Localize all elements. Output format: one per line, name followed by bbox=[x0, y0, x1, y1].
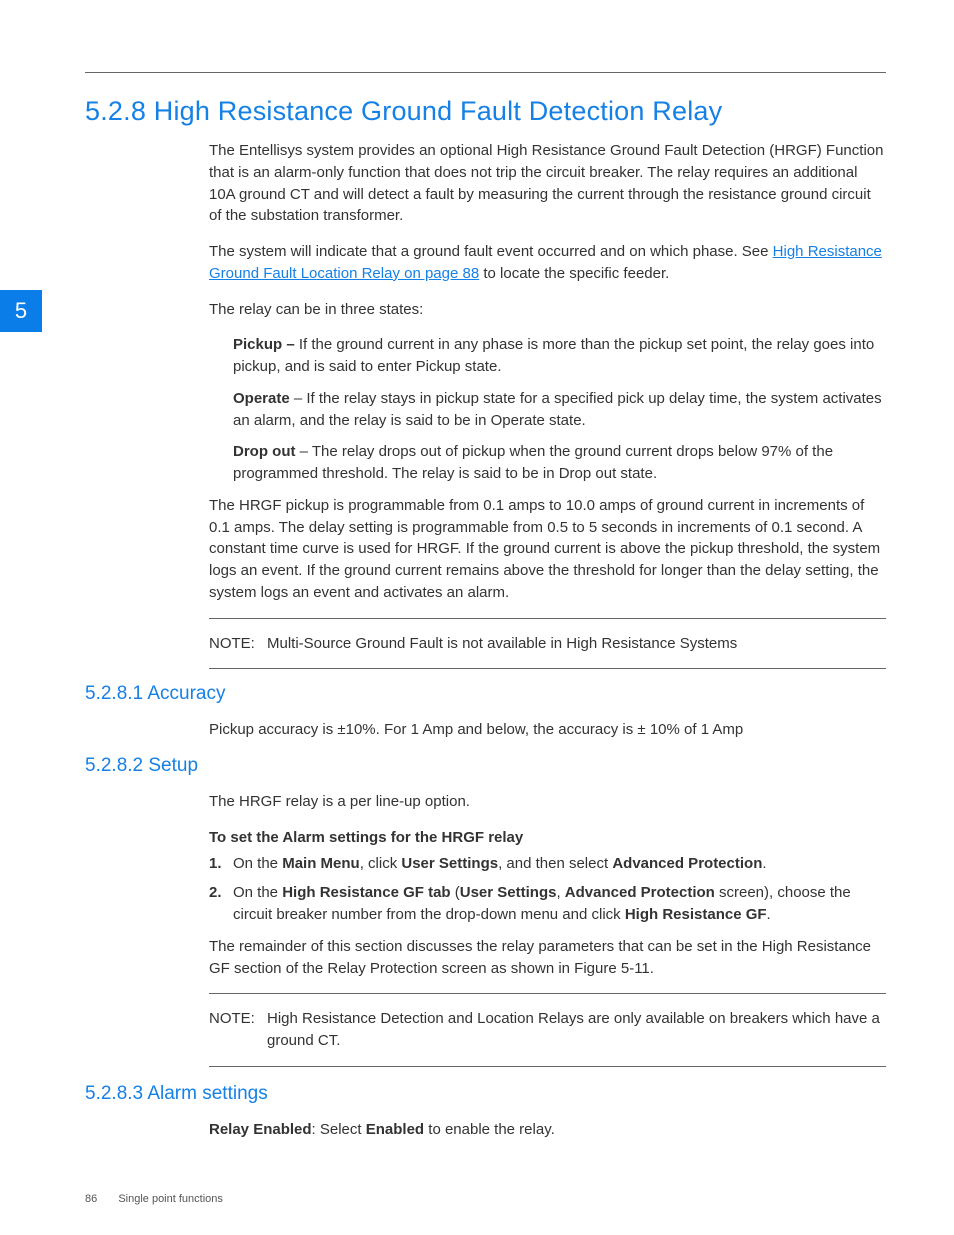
page-footer: 86 Single point functions bbox=[85, 1193, 223, 1205]
top-horizontal-rule bbox=[85, 72, 886, 73]
label: Drop out bbox=[233, 443, 295, 460]
paragraph: The system will indicate that a ground f… bbox=[209, 241, 886, 285]
text: : Select bbox=[312, 1121, 366, 1138]
paragraph: The HRGF pickup is programmable from 0.1… bbox=[209, 495, 886, 604]
text: If the ground current in any phase is mo… bbox=[233, 336, 874, 375]
step-2: On the High Resistance GF tab (User Sett… bbox=[209, 882, 886, 926]
text: To set the Alarm settings for the HRGF r… bbox=[209, 829, 523, 846]
text: to locate the specific feeder. bbox=[479, 265, 669, 282]
note-label: NOTE: bbox=[209, 633, 267, 655]
ui-term: Advanced Protection bbox=[565, 884, 715, 901]
note: NOTE: High Resistance Detection and Loca… bbox=[209, 1008, 886, 1052]
note: NOTE: Multi-Source Ground Fault is not a… bbox=[209, 633, 886, 655]
text: – If the relay stays in pickup state for… bbox=[233, 390, 882, 429]
text: The system will indicate that a ground f… bbox=[209, 243, 773, 260]
horizontal-rule bbox=[209, 993, 886, 994]
text: to enable the relay. bbox=[424, 1121, 555, 1138]
paragraph: The Entellisys system provides an option… bbox=[209, 140, 886, 227]
text: , and then select bbox=[498, 855, 612, 872]
ui-term: Enabled bbox=[366, 1121, 424, 1138]
text: On the bbox=[233, 884, 282, 901]
horizontal-rule bbox=[209, 1066, 886, 1067]
text: – The relay drops out of pickup when the… bbox=[233, 443, 833, 482]
ui-term: High Resistance GF tab bbox=[282, 884, 450, 901]
subsection-heading-accuracy: 5.2.8.1 Accuracy bbox=[85, 683, 886, 705]
subsection-heading-setup: 5.2.8.2 Setup bbox=[85, 755, 886, 777]
text: On the bbox=[233, 855, 282, 872]
ui-term: Main Menu bbox=[282, 855, 360, 872]
label: Operate bbox=[233, 390, 290, 407]
ui-term: High Resistance GF bbox=[625, 906, 767, 923]
ui-term: Relay Enabled bbox=[209, 1121, 312, 1138]
paragraph: Pickup accuracy is ±10%. For 1 Amp and b… bbox=[209, 719, 886, 741]
ui-term: User Settings bbox=[401, 855, 498, 872]
text: ( bbox=[451, 884, 460, 901]
note-text: Multi-Source Ground Fault is not availab… bbox=[267, 633, 737, 655]
step-1: On the Main Menu, click User Settings, a… bbox=[209, 853, 886, 875]
procedure-title: To set the Alarm settings for the HRGF r… bbox=[209, 827, 886, 849]
ordered-steps: On the Main Menu, click User Settings, a… bbox=[209, 853, 886, 926]
paragraph: The remainder of this section discusses … bbox=[209, 936, 886, 980]
state-pickup: Pickup – If the ground current in any ph… bbox=[233, 334, 886, 378]
text: . bbox=[762, 855, 766, 872]
ui-term: User Settings bbox=[460, 884, 557, 901]
paragraph: Relay Enabled: Select Enabled to enable … bbox=[209, 1119, 886, 1141]
paragraph: The relay can be in three states: bbox=[209, 299, 886, 321]
chapter-number-tab: 5 bbox=[0, 290, 42, 332]
text: , click bbox=[360, 855, 402, 872]
note-label: NOTE: bbox=[209, 1008, 267, 1052]
text: . bbox=[767, 906, 771, 923]
page-number: 86 bbox=[85, 1193, 97, 1205]
label: Pickup – bbox=[233, 336, 295, 353]
horizontal-rule bbox=[209, 668, 886, 669]
ui-term: Advanced Protection bbox=[612, 855, 762, 872]
state-dropout: Drop out – The relay drops out of pickup… bbox=[233, 441, 886, 485]
subsection-heading-alarm-settings: 5.2.8.3 Alarm settings bbox=[85, 1083, 886, 1105]
section-heading: 5.2.8 High Resistance Ground Fault Detec… bbox=[85, 96, 722, 127]
state-operate: Operate – If the relay stays in pickup s… bbox=[233, 388, 886, 432]
horizontal-rule bbox=[209, 618, 886, 619]
text: , bbox=[556, 884, 564, 901]
footer-title: Single point functions bbox=[118, 1193, 223, 1205]
note-text: High Resistance Detection and Location R… bbox=[267, 1008, 886, 1052]
paragraph: The HRGF relay is a per line-up option. bbox=[209, 791, 886, 813]
